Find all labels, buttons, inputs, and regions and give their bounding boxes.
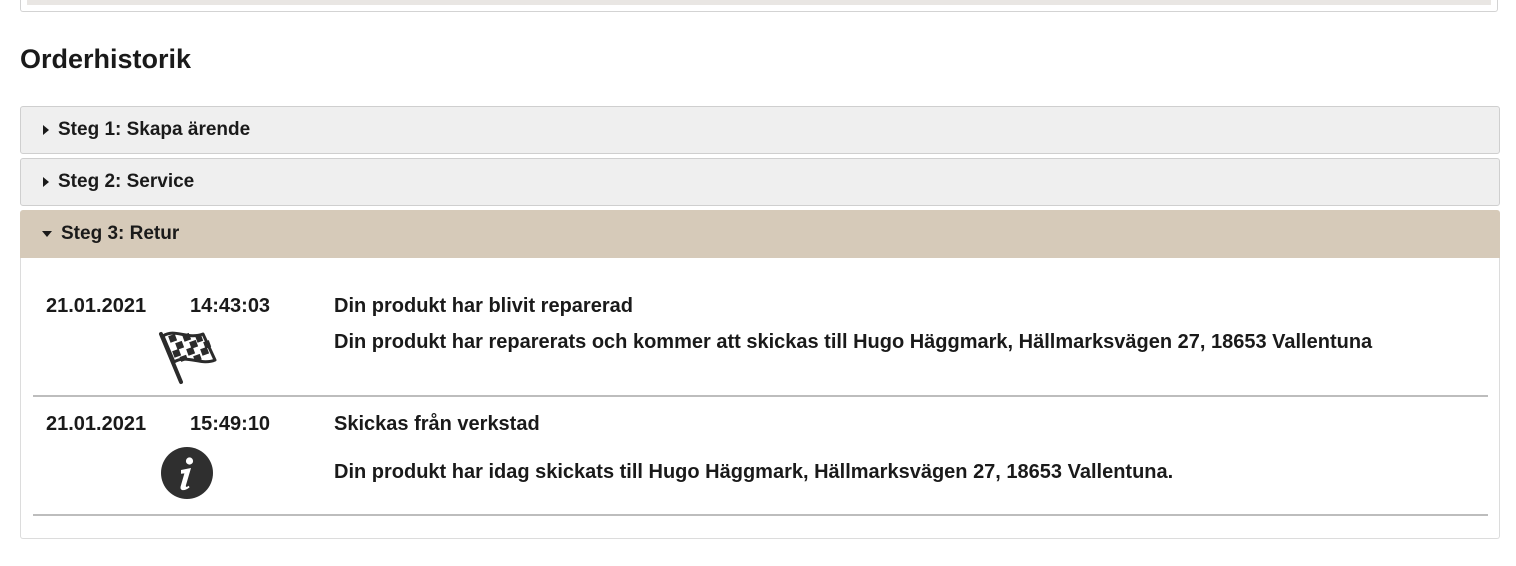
event-description: Din produkt har reparerats och kommer at…: [334, 331, 1373, 353]
event-title: Skickas från verkstad: [334, 413, 540, 435]
accordion-header-step-1[interactable]: Steg 1: Skapa ärende: [20, 106, 1500, 154]
caret-right-icon: [43, 177, 49, 187]
caret-right-icon: [43, 125, 49, 135]
order-history-accordion: Steg 1: Skapa ärende Steg 2: Service Ste…: [20, 106, 1500, 539]
event-description: Din produkt har idag skickats till Hugo …: [334, 461, 1174, 483]
event-date: 21.01.2021: [46, 295, 147, 317]
accordion-header-label: Steg 3: Retur: [61, 223, 180, 244]
accordion-header-step-3[interactable]: Steg 3: Retur: [20, 210, 1500, 258]
event-title: Din produkt har blivit reparerad: [334, 295, 633, 317]
caret-down-icon: [42, 231, 52, 237]
event-time: 14:43:03: [190, 295, 271, 317]
accordion-header-label: Steg 2: Service: [58, 171, 195, 192]
checkered-flag-icon: [159, 331, 217, 384]
info-icon: [161, 447, 213, 499]
previous-panel-bottom: [20, 0, 1498, 12]
page-title: Orderhistorik: [20, 44, 192, 74]
event-time: 15:49:10: [190, 413, 271, 435]
accordion-header-label: Steg 1: Skapa ärende: [58, 119, 251, 140]
event-row: 21.01.2021 15:49:10 Skickas från verksta…: [33, 397, 1488, 516]
event-date: 21.01.2021: [46, 413, 147, 435]
accordion-panel-step-3: 21.01.2021 14:43:03 Din produkt har bliv…: [20, 258, 1500, 539]
accordion-header-step-2[interactable]: Steg 2: Service: [20, 158, 1500, 206]
previous-panel-content: [27, 0, 1491, 5]
event-row: 21.01.2021 14:43:03 Din produkt har bliv…: [33, 258, 1488, 397]
